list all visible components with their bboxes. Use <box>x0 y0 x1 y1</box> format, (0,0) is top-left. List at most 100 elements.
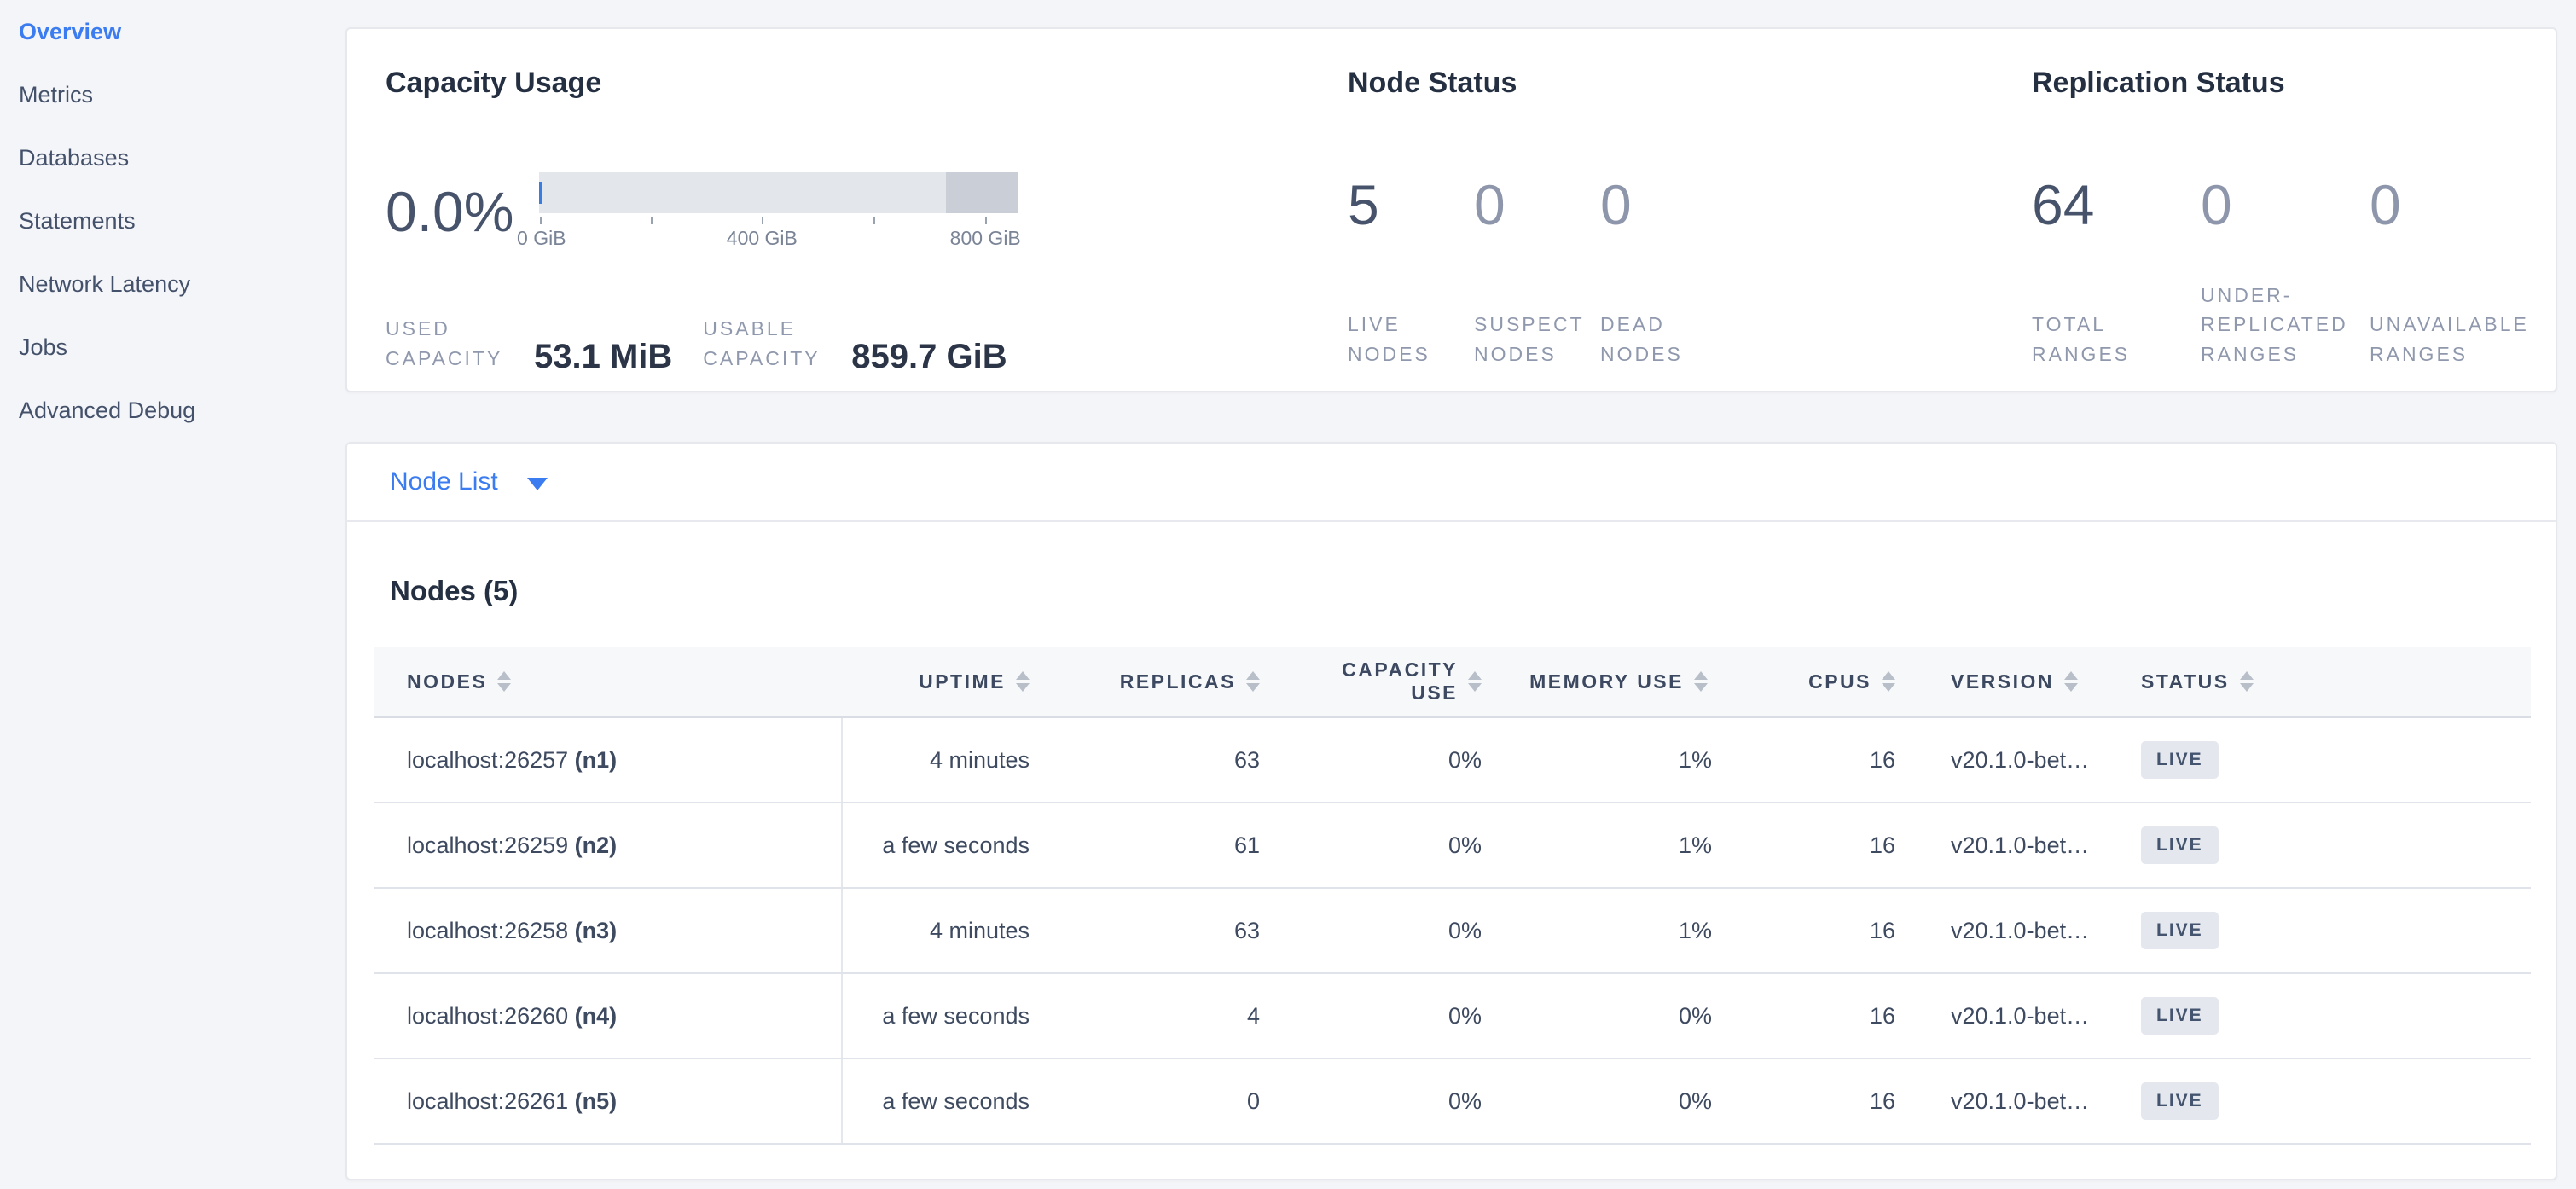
sidebar-item-statements[interactable]: Statements <box>0 189 345 252</box>
version-cell: v20.1.0-bet… <box>1904 888 2109 973</box>
node-id: (n2) <box>575 832 618 858</box>
cpus-cell: 16 <box>1716 888 1904 973</box>
total-ranges-value: 64 <box>2032 172 2201 237</box>
capacity-axis-labels: 0 GiB 400 GiB 800 GiB <box>539 227 1018 251</box>
chevron-down-icon <box>527 478 548 490</box>
axis-label-800gib: 800 GiB <box>950 227 1021 250</box>
replicas-cell: 61 <box>1038 803 1268 888</box>
sort-icon[interactable] <box>1882 671 1895 692</box>
column-header-capacity-use[interactable]: CAPACITY USE <box>1268 647 1490 717</box>
replication-status-title: Replication Status <box>2032 67 2556 101</box>
table-row: localhost:26258 (n3) 4 minutes 63 0% 1% … <box>374 888 2531 973</box>
memory-use-cell: 1% <box>1490 717 1716 803</box>
table-row: localhost:26261 (n5) a few seconds 0 0% … <box>374 1058 2531 1144</box>
capacity-used-percent: 0.0% <box>386 179 539 244</box>
capacity-use-cell: 0% <box>1268 717 1490 803</box>
sidebar-item-overview[interactable]: Overview <box>0 0 345 63</box>
sort-icon[interactable] <box>2240 671 2254 692</box>
node-id: (n5) <box>575 1088 618 1114</box>
used-capacity-value: 53.1 MiB <box>534 338 672 376</box>
node-id: (n3) <box>575 918 618 943</box>
node-address-cell[interactable]: localhost:26258 (n3) <box>374 888 842 973</box>
total-ranges-stat: 64 TOTAL RANGES <box>2032 172 2201 368</box>
used-capacity-stat: USED CAPACITY 53.1 MiB <box>386 314 689 373</box>
replicas-cell: 63 <box>1038 717 1268 803</box>
uptime-cell: 4 minutes <box>842 888 1038 973</box>
column-header-status[interactable]: STATUS <box>2109 647 2531 717</box>
capacity-axis-ticks <box>539 213 1018 225</box>
uptime-cell: a few seconds <box>842 803 1038 888</box>
node-list-dropdown-label: Node List <box>390 467 498 496</box>
column-header-uptime[interactable]: UPTIME <box>842 647 1038 717</box>
column-header-version[interactable]: VERSION <box>1904 647 2109 717</box>
column-header-memory-use[interactable]: MEMORY USE <box>1490 647 1716 717</box>
sort-icon[interactable] <box>1468 671 1482 692</box>
status-cell: LIVE <box>2109 803 2531 888</box>
unavailable-ranges-value: 0 <box>2370 172 2538 237</box>
column-header-nodes[interactable]: NODES <box>374 647 842 717</box>
cpus-cell: 16 <box>1716 717 1904 803</box>
replicas-cell: 4 <box>1038 973 1268 1058</box>
capacity-use-cell: 0% <box>1268 973 1490 1058</box>
sort-icon[interactable] <box>1694 671 1708 692</box>
live-nodes-label: LIVE NODES <box>1348 310 1474 368</box>
sort-icon[interactable] <box>1016 671 1030 692</box>
node-status-section: Node Status 5 LIVE NODES 0 SUSPECT NODES… <box>1315 67 2006 391</box>
memory-use-cell: 1% <box>1490 888 1716 973</box>
under-replicated-ranges-value: 0 <box>2201 172 2370 237</box>
unavailable-ranges-stat: 0 UNAVAILABLE RANGES <box>2370 172 2538 368</box>
sort-icon[interactable] <box>497 671 511 692</box>
usable-capacity-stat: USABLE CAPACITY 859.7 GiB <box>703 314 1024 373</box>
version-cell: v20.1.0-bet… <box>1904 973 2109 1058</box>
sidebar-item-jobs[interactable]: Jobs <box>0 316 345 379</box>
capacity-use-cell: 0% <box>1268 1058 1490 1144</box>
usable-capacity-value: 859.7 GiB <box>851 338 1007 376</box>
table-header-row: NODES UPTIME REPLICAS CAPACITY USE <box>374 647 2531 717</box>
cpus-cell: 16 <box>1716 1058 1904 1144</box>
status-cell: LIVE <box>2109 1058 2531 1144</box>
version-cell: v20.1.0-bet… <box>1904 1058 2109 1144</box>
memory-use-cell: 1% <box>1490 803 1716 888</box>
status-cell: LIVE <box>2109 717 2531 803</box>
node-id: (n4) <box>575 1003 618 1029</box>
cpus-cell: 16 <box>1716 973 1904 1058</box>
cluster-summary-card: Capacity Usage 0.0% <box>345 27 2557 392</box>
capacity-bar-chart: 0 GiB 400 GiB 800 GiB <box>539 172 1018 251</box>
sidebar-item-databases[interactable]: Databases <box>0 126 345 189</box>
node-status-title: Node Status <box>1348 67 2006 101</box>
replication-stats: 64 TOTAL RANGES 0 UNDER-REPLICATED RANGE… <box>2032 172 2556 368</box>
node-address-cell[interactable]: localhost:26259 (n2) <box>374 803 842 888</box>
sidebar-item-advanced-debug[interactable]: Advanced Debug <box>0 379 345 442</box>
live-nodes-stat: 5 LIVE NODES <box>1348 172 1474 368</box>
node-id: (n1) <box>575 747 618 773</box>
column-header-cpus[interactable]: CPUS <box>1716 647 1904 717</box>
status-cell: LIVE <box>2109 888 2531 973</box>
cpus-cell: 16 <box>1716 803 1904 888</box>
used-capacity-label: USED CAPACITY <box>386 314 495 373</box>
nodes-count-title: Nodes (5) <box>390 575 2556 609</box>
node-list-dropdown[interactable]: Node List <box>347 444 2556 522</box>
node-address-cell[interactable]: localhost:26257 (n1) <box>374 717 842 803</box>
dead-nodes-label: DEAD NODES <box>1600 310 1726 368</box>
status-badge: LIVE <box>2141 826 2219 864</box>
capacity-stats: USED CAPACITY 53.1 MiB USABLE CAPACITY 8… <box>386 314 1315 373</box>
live-nodes-value: 5 <box>1348 172 1474 237</box>
uptime-cell: 4 minutes <box>842 717 1038 803</box>
table-row: localhost:26259 (n2) a few seconds 61 0%… <box>374 803 2531 888</box>
sidebar-item-network-latency[interactable]: Network Latency <box>0 252 345 316</box>
node-address-cell[interactable]: localhost:26260 (n4) <box>374 973 842 1058</box>
column-header-replicas[interactable]: REPLICAS <box>1038 647 1268 717</box>
status-cell: LIVE <box>2109 973 2531 1058</box>
sort-icon[interactable] <box>1246 671 1260 692</box>
node-address-cell[interactable]: localhost:26261 (n5) <box>374 1058 842 1144</box>
uptime-cell: a few seconds <box>842 973 1038 1058</box>
status-badge: LIVE <box>2141 1082 2219 1120</box>
main-content: Capacity Usage 0.0% <box>345 0 2557 1180</box>
capacity-usage-title: Capacity Usage <box>386 67 1315 101</box>
sort-icon[interactable] <box>2064 671 2078 692</box>
sidebar-item-metrics[interactable]: Metrics <box>0 63 345 126</box>
suspect-nodes-label: SUSPECT NODES <box>1474 310 1600 368</box>
capacity-bar-dark-segment <box>946 172 1018 213</box>
suspect-nodes-value: 0 <box>1474 172 1600 237</box>
node-list-card: Node List Nodes (5) NODES UPTIME <box>345 442 2557 1180</box>
